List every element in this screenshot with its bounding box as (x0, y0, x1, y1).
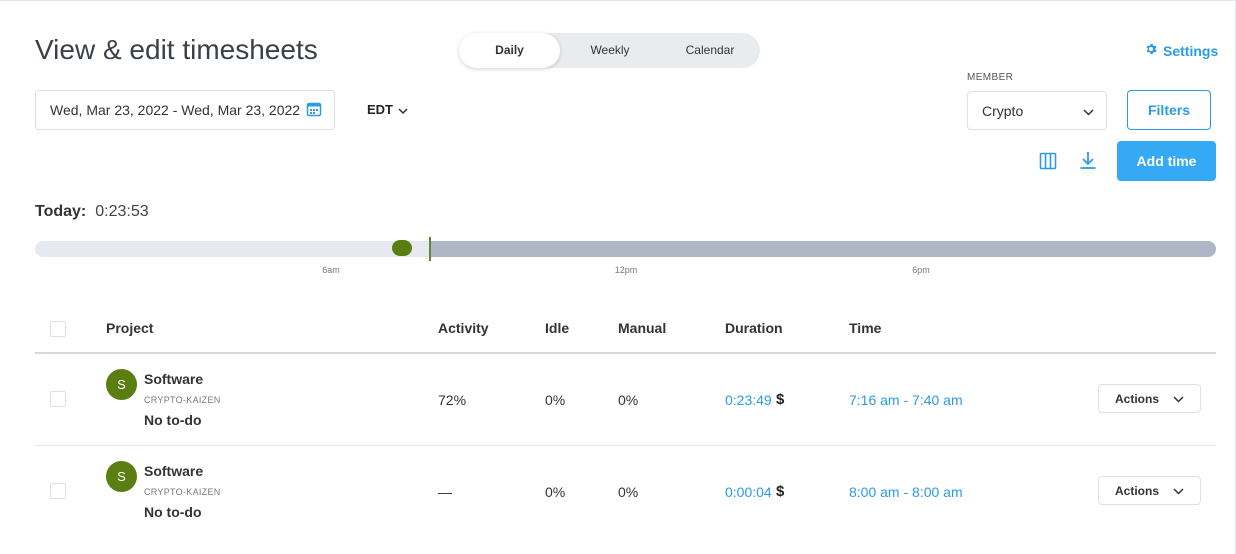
tab-calendar[interactable]: Calendar (660, 33, 760, 68)
member-value: Crypto (982, 102, 1024, 119)
member-select[interactable]: Crypto (967, 91, 1107, 130)
chevron-down-icon (1083, 103, 1094, 119)
timezone-value: EDT (367, 102, 393, 117)
day-timeline[interactable] (35, 241, 1216, 257)
activity-value: 72% (438, 392, 467, 408)
column-header-project: Project (106, 320, 154, 336)
billable-icon: $ (776, 483, 785, 500)
chevron-down-icon (1173, 392, 1184, 406)
project-todo: No to-do (144, 412, 202, 428)
row-divider (35, 445, 1216, 446)
tab-weekly[interactable]: Weekly (560, 33, 660, 68)
actions-label: Actions (1114, 391, 1159, 406)
calendar-icon (306, 101, 322, 120)
timeline-entry[interactable] (392, 240, 412, 256)
manual-value: 0% (618, 484, 639, 500)
column-header-time: Time (849, 320, 882, 336)
project-todo: No to-do (144, 504, 202, 520)
actions-dropdown[interactable]: Actions (1098, 384, 1201, 413)
columns-icon[interactable] (1039, 152, 1057, 175)
settings-label: Settings (1163, 42, 1219, 59)
timeline-tick: 6pm (912, 265, 930, 275)
timeline-now-marker (429, 237, 431, 261)
duration-link[interactable]: 0:23:49 (725, 392, 772, 408)
idle-value: 0% (545, 392, 566, 408)
column-header-manual: Manual (618, 320, 667, 336)
date-range-picker[interactable]: Wed, Mar 23, 2022 - Wed, Mar 23, 2022 (35, 90, 335, 130)
actions-label: Actions (1114, 483, 1159, 498)
avatar: S (106, 461, 137, 492)
timeline-tick: 6am (322, 265, 340, 275)
settings-link[interactable]: Settings (1144, 42, 1218, 59)
today-label: Today: (35, 203, 87, 220)
add-time-button[interactable]: Add time (1117, 141, 1216, 181)
row-checkbox[interactable] (50, 483, 66, 499)
view-tabs: Daily Weekly Calendar (459, 33, 760, 68)
tab-daily[interactable]: Daily (459, 33, 560, 68)
timeline-tick: 12pm (614, 265, 638, 275)
idle-value: 0% (545, 484, 566, 500)
chevron-down-icon (1173, 484, 1184, 498)
avatar: S (106, 369, 137, 400)
column-header-duration: Duration (725, 320, 783, 336)
billable-icon: $ (776, 391, 785, 408)
column-header-idle: Idle (545, 320, 570, 336)
manual-value: 0% (618, 392, 639, 408)
row-checkbox[interactable] (50, 391, 66, 407)
column-header-activity: Activity (438, 320, 489, 336)
activity-value: — (438, 484, 452, 500)
gear-icon (1144, 42, 1158, 59)
project-name[interactable]: Software (144, 463, 203, 479)
top-border (0, 0, 1236, 1)
download-icon[interactable] (1079, 151, 1097, 175)
member-label: MEMBER (967, 72, 1014, 83)
timezone-select[interactable]: EDT (367, 102, 408, 117)
project-name[interactable]: Software (144, 371, 203, 387)
actions-dropdown[interactable]: Actions (1098, 476, 1201, 505)
project-org: CRYPTO-KAIZEN (144, 395, 221, 405)
select-all-checkbox[interactable] (50, 321, 66, 337)
project-org: CRYPTO-KAIZEN (144, 487, 221, 497)
date-range-value: Wed, Mar 23, 2022 - Wed, Mar 23, 2022 (50, 102, 301, 118)
today-total: 0:23:53 (95, 203, 149, 220)
page-title: View & edit timesheets (35, 34, 318, 65)
today-summary: Today: 0:23:53 (35, 203, 149, 221)
timeline-future (430, 241, 1216, 257)
table-header-divider (35, 352, 1216, 354)
time-range-link[interactable]: 7:16 am - 7:40 am (849, 392, 963, 408)
time-range-link[interactable]: 8:00 am - 8:00 am (849, 484, 963, 500)
filters-button[interactable]: Filters (1127, 90, 1211, 130)
duration-link[interactable]: 0:00:04 (725, 484, 772, 500)
chevron-down-icon (398, 102, 408, 117)
